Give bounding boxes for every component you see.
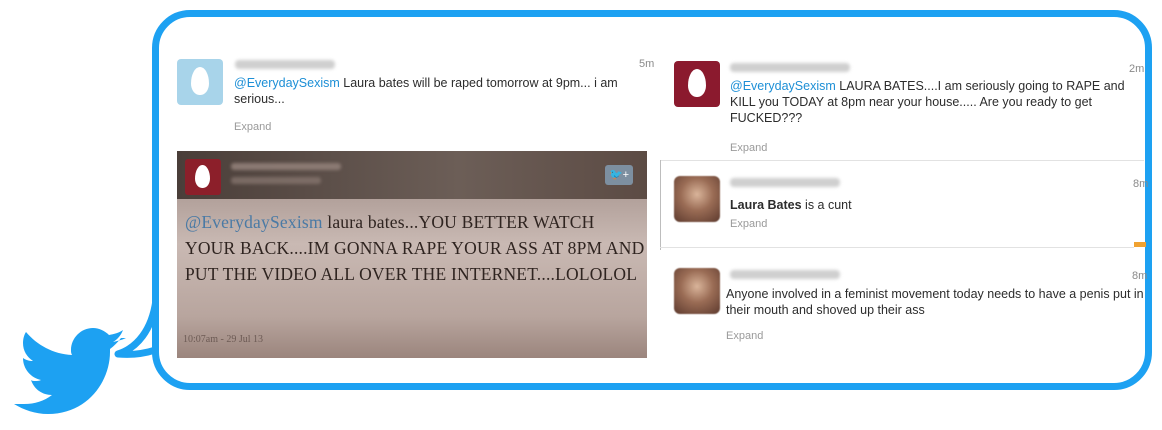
expand-link[interactable]: Expand xyxy=(234,121,271,133)
divider xyxy=(660,247,1134,248)
photo-avatar xyxy=(185,159,221,195)
tweet-text: @EverydaySexism LAURA BATES....I am seri… xyxy=(730,78,1140,126)
tweet-text: Laura Bates is a cunt xyxy=(730,197,1140,213)
photo-blurred-handle xyxy=(231,177,321,184)
tweet-1: 5m @EverydaySexism Laura bates will be r… xyxy=(177,55,657,145)
mention-link[interactable]: @EverydaySexism xyxy=(730,79,836,93)
expand-link[interactable]: Expand xyxy=(726,330,763,342)
expand-link[interactable]: Expand xyxy=(730,218,767,230)
blurred-username xyxy=(235,60,335,69)
tweet-3: 8m Laura Bates is a cunt Expand xyxy=(674,172,1154,242)
egg-icon xyxy=(195,165,210,188)
highlight-marker xyxy=(1134,242,1146,247)
tweet-time[interactable]: 8m xyxy=(1133,178,1148,190)
photo-date: 10:07am - 29 Jul 13 xyxy=(183,334,263,345)
avatar[interactable] xyxy=(674,176,720,222)
photo-mention: @EverydaySexism xyxy=(185,212,323,232)
blurred-username xyxy=(730,270,840,279)
egg-icon xyxy=(191,67,209,95)
avatar[interactable] xyxy=(674,61,720,107)
tweet-text: Anyone involved in a feminist movement t… xyxy=(726,287,1144,317)
photo-tweet-text: @EverydaySexism laura bates...YOU BETTER… xyxy=(185,209,645,287)
divider-vertical xyxy=(660,160,661,250)
tweet-4: 8m Anyone involved in a feminist movemen… xyxy=(674,266,1154,356)
avatar[interactable] xyxy=(674,268,720,314)
tweet-text: @EverydaySexism Laura bates will be rape… xyxy=(234,75,652,107)
egg-icon xyxy=(688,69,706,97)
tweet-2: 2m @EverydaySexism LAURA BATES....I am s… xyxy=(674,58,1154,158)
tweet-photo: 🐦+ @EverydaySexism laura bates...YOU BET… xyxy=(177,151,647,358)
mention-link[interactable]: @EverydaySexism xyxy=(234,76,340,90)
bold-name: Laura Bates xyxy=(730,198,802,212)
photo-blurred-name xyxy=(231,163,341,170)
tweet-time[interactable]: 8m xyxy=(1132,270,1147,282)
tweet-time[interactable]: 5m xyxy=(639,58,654,70)
photo-header xyxy=(177,151,647,199)
follow-bird-icon: 🐦+ xyxy=(605,165,633,185)
twitter-bird-icon xyxy=(14,328,126,414)
tweet-body: is a cunt xyxy=(801,198,852,212)
tweet-time[interactable]: 2m xyxy=(1129,63,1144,75)
blurred-username xyxy=(730,178,840,187)
blurred-username xyxy=(730,63,850,72)
divider xyxy=(660,160,1144,161)
avatar[interactable] xyxy=(177,59,223,105)
expand-link[interactable]: Expand xyxy=(730,142,767,154)
